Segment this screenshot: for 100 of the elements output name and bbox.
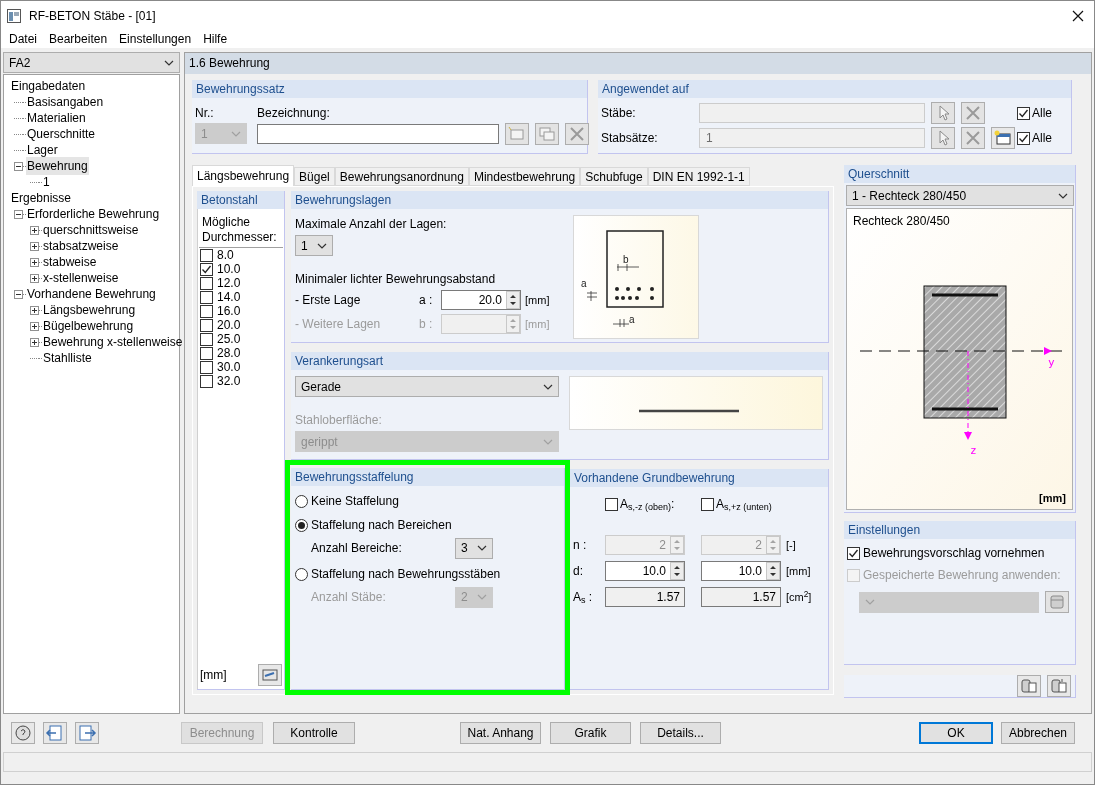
- radio-button[interactable]: [295, 518, 308, 532]
- button[interactable]: OK: [919, 722, 993, 744]
- checkbox[interactable]: [200, 290, 213, 304]
- radio-button[interactable]: [295, 494, 308, 508]
- new-item-icon[interactable]: [991, 127, 1015, 149]
- checkbox[interactable]: [200, 304, 213, 318]
- expand-icon[interactable]: [30, 305, 39, 315]
- checkbox-label: 30.0: [217, 359, 241, 376]
- tree-item[interactable]: Erforderliche Bewehrung: [26, 205, 161, 223]
- previous-icon[interactable]: [43, 722, 67, 744]
- tab[interactable]: Schubfuge: [580, 167, 648, 186]
- tab[interactable]: Bügel: [294, 167, 335, 186]
- checkbox[interactable]: [200, 248, 213, 262]
- dimension-label: a: [581, 278, 587, 289]
- button[interactable]: Abbrechen: [1001, 722, 1075, 744]
- tree-item[interactable]: Bewehrung: [26, 157, 89, 175]
- menu-item[interactable]: Datei: [3, 30, 43, 48]
- text-field[interactable]: [699, 103, 925, 123]
- radio-label[interactable]: Staffelung nach Bewehrungsstäben: [311, 565, 501, 583]
- tree-item[interactable]: Längsbewehrung: [42, 301, 137, 319]
- radio-button[interactable]: [295, 567, 308, 581]
- button[interactable]: Grafik: [550, 722, 631, 744]
- menu-item[interactable]: Hilfe: [197, 30, 234, 48]
- tree-item[interactable]: Lager: [26, 141, 59, 159]
- checkbox[interactable]: [200, 276, 213, 290]
- dropdown[interactable]: 1: [295, 235, 333, 256]
- tree-item[interactable]: Bewehrung x-stellenweise: [42, 333, 184, 351]
- expand-icon[interactable]: [30, 273, 39, 283]
- checkbox[interactable]: [701, 497, 714, 511]
- tree-item[interactable]: Basisangaben: [26, 93, 105, 111]
- export-icon[interactable]: [1017, 675, 1041, 697]
- checkbox[interactable]: [200, 318, 213, 332]
- text-field[interactable]: 1.57: [701, 587, 781, 607]
- checkbox[interactable]: [200, 360, 213, 374]
- tree-item[interactable]: x-stellenweise: [42, 269, 120, 287]
- checkbox[interactable]: [200, 262, 213, 276]
- tree-item[interactable]: Materialien: [26, 109, 87, 127]
- tab[interactable]: Mindestbewehrung: [468, 167, 581, 186]
- cursor-icon[interactable]: [931, 127, 955, 149]
- dropdown[interactable]: FA2: [3, 52, 180, 73]
- tab[interactable]: Bewehrungsanordnung: [334, 167, 469, 186]
- tree-item[interactable]: stabsatzweise: [42, 237, 120, 255]
- edit-icon[interactable]: [258, 664, 282, 686]
- spin-field[interactable]: 10.0: [605, 561, 685, 581]
- menu-item[interactable]: Bearbeiten: [43, 30, 114, 48]
- checkbox[interactable]: [847, 546, 860, 560]
- button[interactable]: Nat. Anhang: [460, 722, 541, 744]
- tree-item[interactable]: Ergebnisse: [10, 189, 73, 207]
- close-icon[interactable]: [1072, 9, 1084, 22]
- tree-item[interactable]: Stahlliste: [42, 349, 93, 367]
- expand-icon[interactable]: [30, 257, 39, 267]
- tree-item[interactable]: 1: [42, 173, 51, 191]
- spinner-icon[interactable]: [766, 562, 780, 580]
- dropdown[interactable]: 1 - Rechteck 280/450: [846, 185, 1074, 206]
- checkbox[interactable]: [200, 346, 213, 360]
- tree-item[interactable]: Eingabedaten: [10, 77, 87, 95]
- spinner-icon[interactable]: [670, 562, 684, 580]
- tree-item[interactable]: stabweise: [42, 253, 98, 271]
- text-field[interactable]: 1: [699, 128, 925, 148]
- radio-label[interactable]: Keine Staffelung: [311, 492, 399, 510]
- collapse-icon[interactable]: [14, 161, 23, 171]
- spinner-icon[interactable]: [506, 291, 520, 309]
- checkbox-label: 8.0: [217, 247, 234, 264]
- group-title: Querschnitt: [844, 165, 1075, 183]
- menu-item[interactable]: Einstellungen: [113, 30, 198, 48]
- checkbox-label: Gespeicherte Bewehrung anwenden:: [863, 567, 1061, 584]
- checkbox[interactable]: [200, 374, 213, 388]
- text-field[interactable]: [257, 124, 499, 144]
- expand-icon[interactable]: [30, 225, 39, 235]
- collapse-icon[interactable]: [14, 289, 23, 299]
- tree-item[interactable]: Bügelbewehrung: [42, 317, 135, 335]
- spin-field[interactable]: 20.0: [441, 290, 521, 310]
- import-icon[interactable]: [1047, 675, 1071, 697]
- checkbox-label: 28.0: [217, 345, 241, 362]
- checkbox[interactable]: [605, 497, 618, 511]
- dropdown[interactable]: Gerade: [295, 376, 559, 397]
- field-label: - Erste Lage: [295, 292, 362, 309]
- collapse-icon[interactable]: [14, 209, 23, 219]
- tree-item[interactable]: querschnittsweise: [42, 221, 140, 239]
- tab[interactable]: DIN EN 1992-1-1: [647, 167, 750, 186]
- checkbox[interactable]: [200, 332, 213, 346]
- dropdown[interactable]: 3: [455, 537, 493, 559]
- tab[interactable]: Längsbewehrung: [192, 165, 295, 186]
- button[interactable]: Kontrolle: [273, 722, 355, 744]
- checkbox[interactable]: [1017, 131, 1030, 145]
- help-icon[interactable]: [11, 722, 35, 744]
- text-field[interactable]: 1.57: [605, 587, 685, 607]
- button[interactable]: Details...: [640, 722, 721, 744]
- expand-icon[interactable]: [30, 321, 39, 331]
- radio-label[interactable]: Staffelung nach Bereichen: [311, 516, 452, 534]
- dimension-label: b: [623, 254, 629, 265]
- expand-icon[interactable]: [30, 241, 39, 251]
- next-icon[interactable]: [75, 722, 99, 744]
- expand-icon[interactable]: [30, 337, 39, 347]
- spin-field[interactable]: 10.0: [701, 561, 781, 581]
- cursor-icon[interactable]: [931, 102, 955, 124]
- group-title: Verankerungsart: [291, 352, 828, 370]
- checkbox[interactable]: [1017, 106, 1030, 120]
- tree-item[interactable]: Querschnitte: [26, 125, 97, 143]
- tree-item[interactable]: Vorhandene Bewehrung: [26, 285, 157, 303]
